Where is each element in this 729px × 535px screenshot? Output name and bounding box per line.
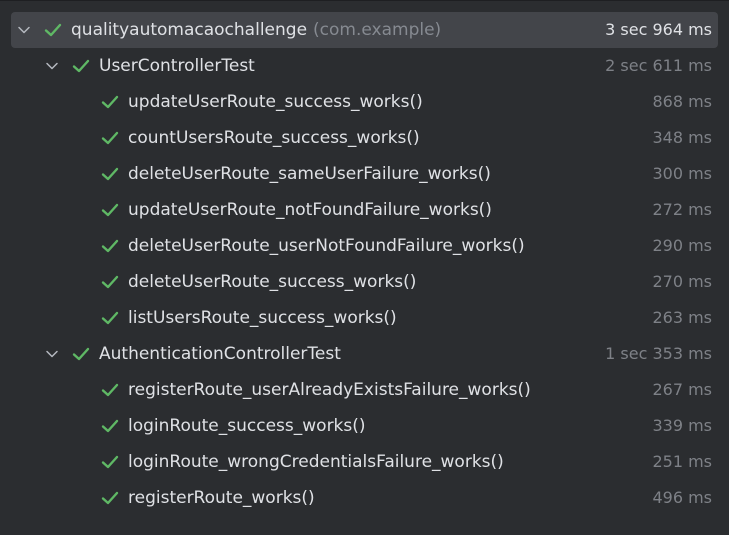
check-icon bbox=[100, 380, 120, 400]
suite-duration: 1 sec 353 ms bbox=[605, 344, 712, 363]
test-name: updateUserRoute_success_works() bbox=[128, 92, 423, 112]
root-package: (com.example) bbox=[313, 20, 442, 40]
tree-row-test[interactable]: listUsersRoute_success_works() 263 ms bbox=[0, 300, 729, 336]
tree-row-test[interactable]: updateUserRoute_success_works() 868 ms bbox=[0, 84, 729, 120]
suite-duration: 2 sec 611 ms bbox=[605, 56, 712, 75]
tree-row-test[interactable]: loginRoute_wrongCredentialsFailure_works… bbox=[0, 444, 729, 480]
test-name: updateUserRoute_notFoundFailure_works() bbox=[128, 200, 492, 220]
check-icon bbox=[100, 416, 120, 436]
tree-row-test[interactable]: registerRoute_userAlreadyExistsFailure_w… bbox=[0, 372, 729, 408]
test-name: deleteUserRoute_success_works() bbox=[128, 272, 417, 292]
test-duration: 263 ms bbox=[652, 308, 712, 327]
tree-row-suite[interactable]: UserControllerTest 2 sec 611 ms bbox=[0, 48, 729, 84]
root-label: qualityautomacaochallenge (com.example) bbox=[71, 12, 441, 48]
check-icon bbox=[100, 452, 120, 472]
test-duration: 868 ms bbox=[652, 92, 712, 111]
tree-row-root[interactable]: qualityautomacaochallenge (com.example) 3… bbox=[0, 12, 729, 48]
test-duration: 270 ms bbox=[652, 272, 712, 291]
test-duration: 272 ms bbox=[652, 200, 712, 219]
root-duration: 3 sec 964 ms bbox=[605, 20, 712, 39]
test-duration: 251 ms bbox=[652, 452, 712, 471]
test-duration: 300 ms bbox=[652, 164, 712, 183]
tree-row-suite[interactable]: AuthenticationControllerTest 1 sec 353 m… bbox=[0, 336, 729, 372]
tree-row-test[interactable]: registerRoute_works() 496 ms bbox=[0, 480, 729, 516]
test-duration: 496 ms bbox=[652, 488, 712, 507]
check-icon bbox=[100, 92, 120, 112]
check-icon bbox=[100, 236, 120, 256]
root-name: qualityautomacaochallenge bbox=[71, 20, 308, 40]
test-name: registerRoute_works() bbox=[128, 488, 315, 508]
test-duration: 339 ms bbox=[652, 416, 712, 435]
test-name: countUsersRoute_success_works() bbox=[128, 128, 420, 148]
tree-row-test[interactable]: deleteUserRoute_userNotFoundFailure_work… bbox=[0, 228, 729, 264]
test-duration: 267 ms bbox=[652, 380, 712, 399]
tree-row-test[interactable]: countUsersRoute_success_works() 348 ms bbox=[0, 120, 729, 156]
tree-row-test[interactable]: updateUserRoute_notFoundFailure_works() … bbox=[0, 192, 729, 228]
check-icon bbox=[100, 128, 120, 148]
test-name: loginRoute_success_works() bbox=[128, 416, 366, 436]
chevron-down-icon[interactable] bbox=[43, 345, 61, 363]
check-icon bbox=[100, 488, 120, 508]
test-name: deleteUserRoute_userNotFoundFailure_work… bbox=[128, 236, 525, 256]
chevron-down-icon[interactable] bbox=[43, 57, 61, 75]
check-icon bbox=[100, 164, 120, 184]
tree-row-test[interactable]: loginRoute_success_works() 339 ms bbox=[0, 408, 729, 444]
check-icon bbox=[71, 56, 91, 76]
test-name: loginRoute_wrongCredentialsFailure_works… bbox=[128, 452, 504, 472]
check-icon bbox=[71, 344, 91, 364]
test-name: deleteUserRoute_sameUserFailure_works() bbox=[128, 164, 491, 184]
check-icon bbox=[100, 200, 120, 220]
test-results-tree[interactable]: qualityautomacaochallenge (com.example) 3… bbox=[0, 0, 729, 535]
tree-row-test[interactable]: deleteUserRoute_sameUserFailure_works() … bbox=[0, 156, 729, 192]
check-icon bbox=[43, 20, 63, 40]
tree-row-test[interactable]: deleteUserRoute_success_works() 270 ms bbox=[0, 264, 729, 300]
test-duration: 348 ms bbox=[652, 128, 712, 147]
check-icon bbox=[100, 272, 120, 292]
test-duration: 290 ms bbox=[652, 236, 712, 255]
suite-name: AuthenticationControllerTest bbox=[99, 344, 341, 364]
check-icon bbox=[100, 308, 120, 328]
test-name: listUsersRoute_success_works() bbox=[128, 308, 397, 328]
test-name: registerRoute_userAlreadyExistsFailure_w… bbox=[128, 380, 531, 400]
suite-name: UserControllerTest bbox=[99, 56, 255, 76]
chevron-down-icon[interactable] bbox=[15, 21, 33, 39]
